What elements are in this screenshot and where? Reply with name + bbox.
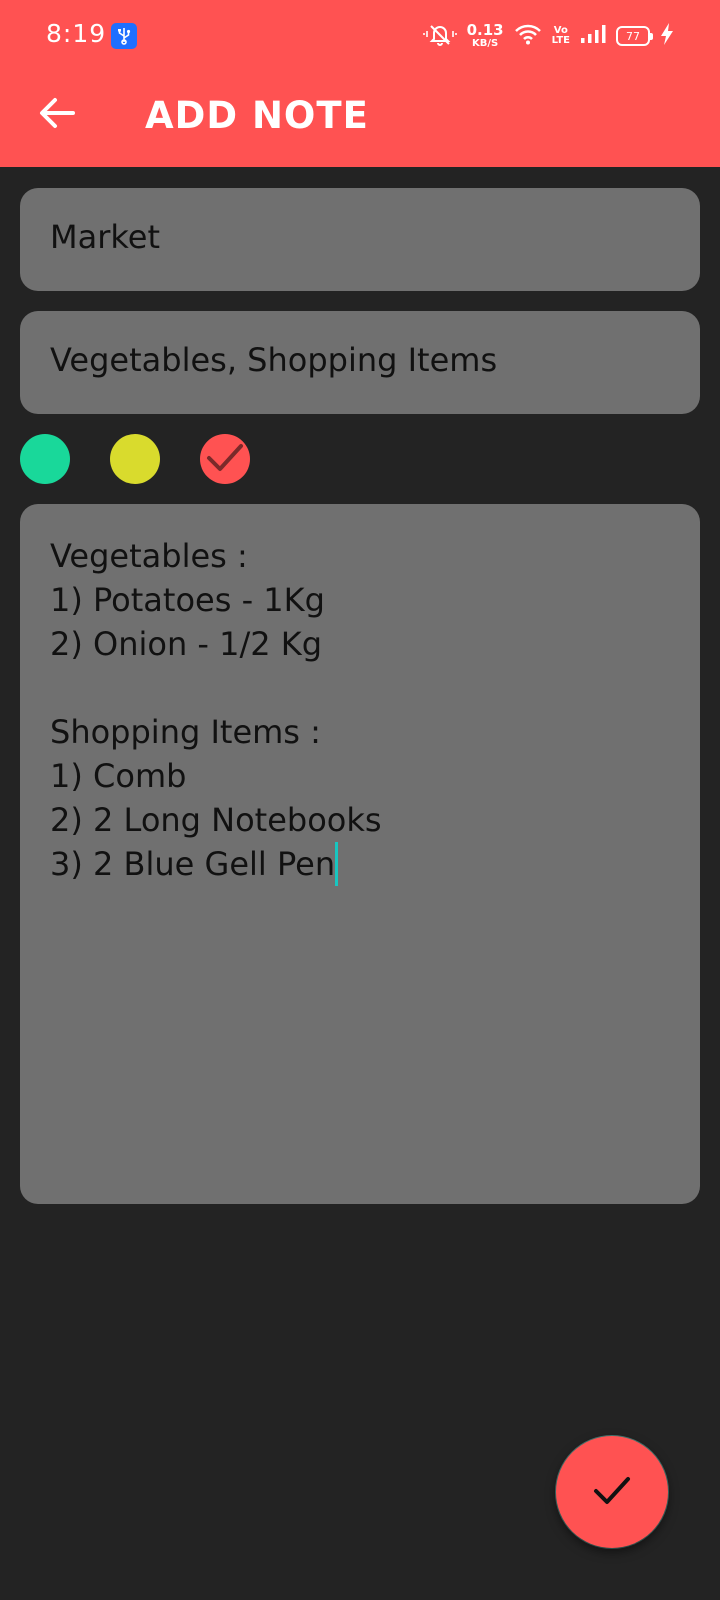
note-line: Vegetables : xyxy=(50,537,248,575)
check-icon xyxy=(205,441,245,477)
color-option-yellow[interactable] xyxy=(110,434,160,484)
note-title-value: Market xyxy=(50,218,160,256)
note-title-input[interactable]: Market xyxy=(20,188,700,291)
note-subtitle-input[interactable]: Vegetables, Shopping Items xyxy=(20,311,700,414)
add-note-screen: 8:19 0.13 KB/S Vo LTE 77 ADD NOTE Market… xyxy=(0,0,720,1600)
status-icons: 0.13 KB/S Vo LTE 77 xyxy=(422,18,674,54)
note-line-last: 3) 2 Blue Gell Pen xyxy=(50,842,670,886)
app-bar: ADD NOTE xyxy=(0,72,720,167)
note-line xyxy=(50,666,670,710)
note-line: 1) Comb xyxy=(50,757,187,795)
check-icon xyxy=(592,1474,632,1510)
battery-icon: 77 xyxy=(616,26,653,46)
note-line: 1) Potatoes - 1Kg xyxy=(50,581,325,619)
wifi-icon xyxy=(514,23,542,49)
net-speed-unit: KB/S xyxy=(472,38,499,49)
save-note-button[interactable] xyxy=(556,1436,668,1548)
note-body-input[interactable]: Vegetables : 1) Potatoes - 1Kg 2) Onion … xyxy=(20,504,700,1204)
page-title: ADD NOTE xyxy=(145,94,369,137)
note-line-text: 3) 2 Blue Gell Pen xyxy=(50,845,336,883)
charging-icon xyxy=(660,22,674,50)
battery-level: 77 xyxy=(626,29,640,43)
mute-bell-icon xyxy=(422,22,457,50)
signal-icon xyxy=(580,24,606,48)
color-picker xyxy=(20,434,250,484)
status-time: 8:19 xyxy=(46,19,107,48)
net-speed-value: 0.13 xyxy=(466,21,504,39)
arrow-left-icon xyxy=(39,97,75,133)
status-bar: 8:19 0.13 KB/S Vo LTE 77 xyxy=(0,0,720,72)
note-subtitle-value: Vegetables, Shopping Items xyxy=(50,341,498,379)
volte-bottom: LTE xyxy=(551,35,570,46)
text-cursor xyxy=(335,842,339,886)
color-option-red[interactable] xyxy=(200,434,250,484)
note-line: 2) 2 Long Notebooks xyxy=(50,801,382,839)
volte-icon: Vo LTE xyxy=(552,26,570,46)
net-speed: 0.13 KB/S xyxy=(467,23,504,49)
back-button[interactable] xyxy=(26,84,88,146)
header: 8:19 0.13 KB/S Vo LTE 77 ADD NOTE xyxy=(0,0,720,167)
note-line: 2) Onion - 1/2 Kg xyxy=(50,625,323,663)
note-line: Shopping Items : xyxy=(50,713,321,751)
color-option-green[interactable] xyxy=(20,434,70,484)
usb-icon xyxy=(111,23,137,49)
